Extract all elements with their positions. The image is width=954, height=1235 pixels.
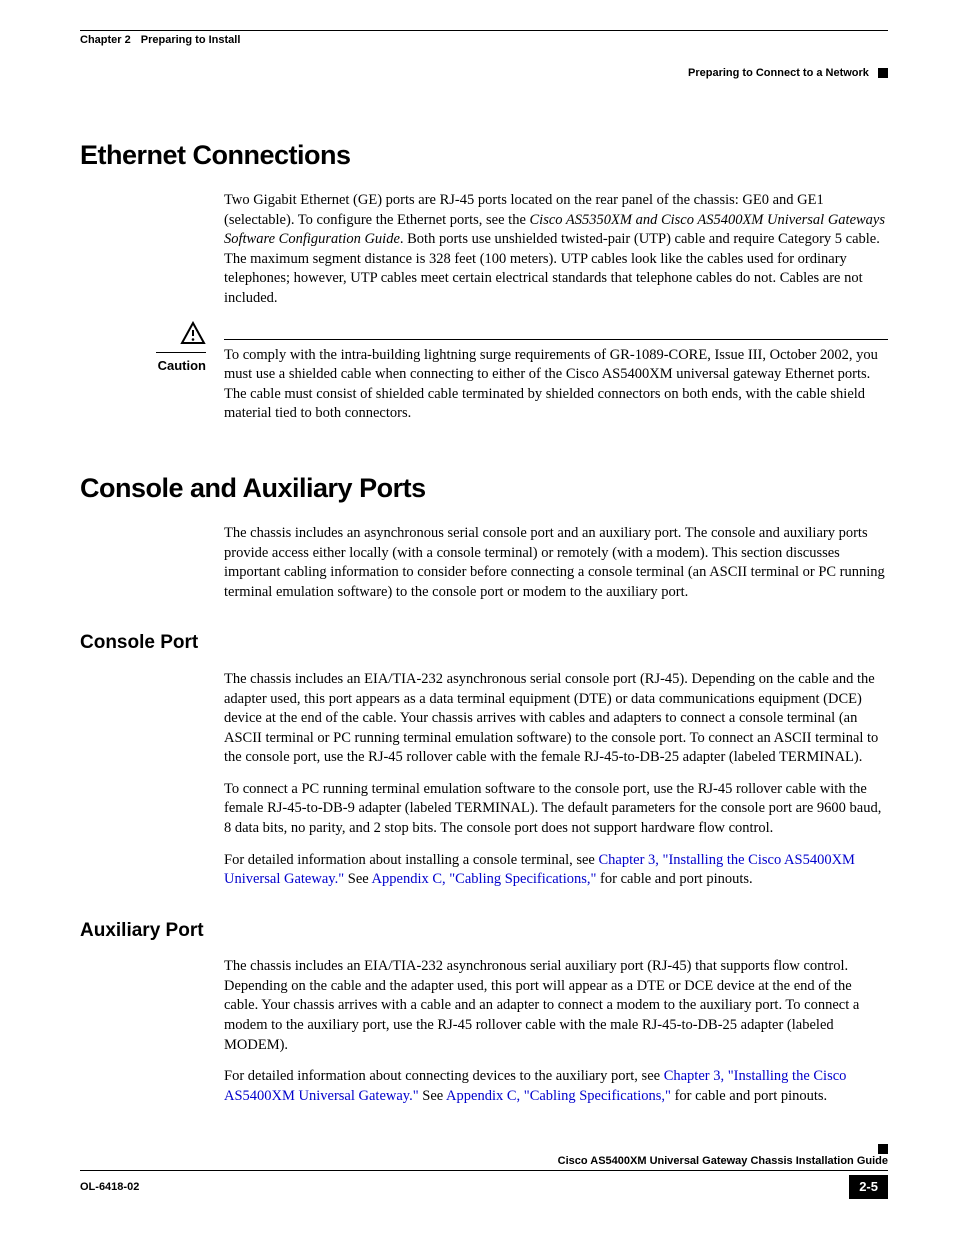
caution-gutter: Caution: [80, 321, 224, 424]
paragraph: For detailed information about connectin…: [224, 1067, 888, 1106]
running-header: Chapter 2 Preparing to Install: [80, 33, 888, 48]
text: for cable and port pinouts.: [596, 871, 752, 887]
footer-accent-icon: [878, 1144, 888, 1154]
console-port-body: The chassis includes an EIA/TIA-232 asyn…: [224, 670, 888, 890]
paragraph: For detailed information about installin…: [224, 851, 888, 890]
heading-console-aux: Console and Auxiliary Ports: [80, 470, 888, 506]
text: See: [419, 1088, 446, 1104]
paragraph: Two Gigabit Ethernet (GE) ports are RJ-4…: [224, 191, 888, 308]
aux-port-body: The chassis includes an EIA/TIA-232 asyn…: [224, 957, 888, 1106]
paragraph: The chassis includes an asynchronous ser…: [224, 524, 888, 602]
xref-appendix-c[interactable]: Appendix C, "Cabling Specifications,": [372, 871, 597, 887]
heading-ethernet-connections: Ethernet Connections: [80, 137, 888, 173]
xref-appendix-c[interactable]: Appendix C, "Cabling Specifications,": [446, 1088, 671, 1104]
section-breadcrumb-text: Preparing to Connect to a Network: [688, 67, 869, 79]
text: See: [344, 871, 371, 887]
page-number: 2-5: [849, 1175, 888, 1199]
section-breadcrumb: Preparing to Connect to a Network: [80, 66, 888, 81]
console-aux-intro: The chassis includes an asynchronous ser…: [224, 524, 888, 602]
chapter-number: Chapter 2: [80, 33, 131, 48]
text: For detailed information about connectin…: [224, 1068, 664, 1084]
caution-block: Caution To comply with the intra-buildin…: [80, 321, 888, 424]
paragraph: The chassis includes an EIA/TIA-232 asyn…: [224, 957, 888, 1055]
footer-doc-title: Cisco AS5400XM Universal Gateway Chassis…: [80, 1154, 888, 1172]
caution-label: Caution: [80, 357, 206, 375]
warning-icon: [80, 321, 206, 350]
page-footer: Cisco AS5400XM Universal Gateway Chassis…: [80, 1154, 888, 1199]
footer-doc-number: OL-6418-02: [80, 1180, 139, 1195]
text: For detailed information about installin…: [224, 852, 599, 868]
chapter-title: Preparing to Install: [141, 33, 241, 48]
header-rule: [80, 30, 888, 31]
paragraph: The chassis includes an EIA/TIA-232 asyn…: [224, 670, 888, 768]
page: Chapter 2 Preparing to Install Preparing…: [0, 0, 954, 1235]
paragraph: To connect a PC running terminal emulati…: [224, 780, 888, 839]
heading-console-port: Console Port: [80, 630, 888, 656]
text: for cable and port pinouts.: [671, 1088, 827, 1104]
heading-auxiliary-port: Auxiliary Port: [80, 918, 888, 944]
ethernet-body: Two Gigabit Ethernet (GE) ports are RJ-4…: [224, 191, 888, 308]
caution-text: To comply with the intra-building lightn…: [224, 339, 888, 424]
